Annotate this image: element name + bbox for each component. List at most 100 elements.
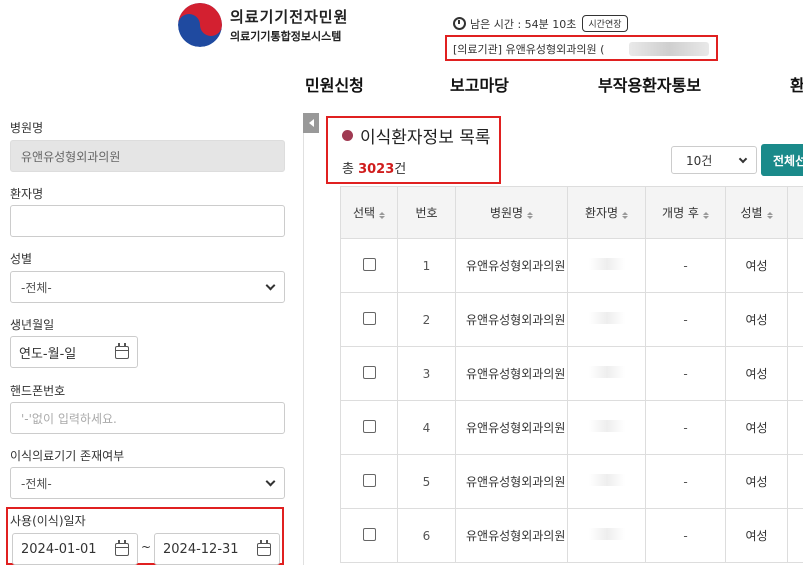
col-header-overflow [787, 186, 803, 239]
row-number: 3 [397, 346, 456, 401]
nav-item-more[interactable]: 환 [790, 72, 803, 96]
page-size-select[interactable]: 10건 [671, 146, 757, 174]
row-patient [567, 238, 646, 293]
row-checkbox[interactable] [362, 473, 376, 487]
hospital-name-label: 병원명 [10, 121, 44, 135]
row-overflow [787, 292, 803, 347]
date-range-separator: ~ [141, 540, 152, 554]
table-row[interactable]: 6 유앤유성형외과의원 - 여성 [340, 508, 803, 563]
row-hospital: 유앤유성형외과의원 [455, 454, 568, 509]
main-nav: 민원신청 보고마당 부작용환자통보 환 [0, 70, 803, 100]
row-renamed: - [645, 400, 726, 455]
row-checkbox[interactable] [362, 365, 376, 379]
sort-icon[interactable] [379, 212, 386, 219]
redacted-name [588, 474, 625, 486]
sort-icon[interactable] [622, 212, 629, 219]
clock-icon [453, 17, 466, 30]
phone-input[interactable]: '-'없이 입력하세요. [10, 402, 285, 434]
row-gender: 여성 [725, 454, 788, 509]
chevron-left-icon [308, 119, 314, 127]
chevron-down-icon [738, 154, 748, 163]
table-header-row: 선택 번호 병원명 환자명 개명 후 성별 [340, 186, 803, 239]
gender-select-value: -전체- [21, 280, 52, 295]
row-number: 6 [397, 508, 456, 563]
birth-date-placeholder: 연도-월-일 [19, 346, 77, 362]
table-row[interactable]: 5 유앤유성형외과의원 - 여성 [340, 454, 803, 509]
use-date-from-input[interactable]: 2024-01-01 [12, 533, 138, 565]
row-checkbox[interactable] [362, 311, 376, 325]
calendar-icon[interactable] [115, 342, 129, 359]
device-exists-select[interactable]: -전체- [10, 467, 285, 499]
row-gender: 여성 [725, 292, 788, 347]
patient-table: 선택 번호 병원명 환자명 개명 후 성별 1 유앤유성형외과의원 - 여성 2… [340, 186, 803, 563]
hospital-name-field[interactable]: 유앤유성형외과의원 [10, 140, 285, 172]
gender-select[interactable]: -전체- [10, 271, 285, 303]
site-title[interactable]: 의료기기전자민원 [230, 6, 348, 27]
sort-icon[interactable] [766, 212, 773, 219]
phone-label: 핸드폰번호 [10, 384, 66, 398]
nav-item-report[interactable]: 보고마당 [450, 72, 509, 96]
row-patient [567, 400, 646, 455]
col-header-renamed[interactable]: 개명 후 [645, 186, 726, 239]
row-patient [567, 508, 646, 563]
table-row[interactable]: 3 유앤유성형외과의원 - 여성 [340, 346, 803, 401]
row-hospital: 유앤유성형외과의원 [455, 238, 568, 293]
calendar-icon[interactable] [257, 539, 271, 556]
total-prefix: 총 [342, 162, 359, 177]
row-hospital: 유앤유성형외과의원 [455, 346, 568, 401]
row-gender: 여성 [725, 238, 788, 293]
birth-date-input[interactable]: 연도-월-일 [10, 336, 138, 368]
total-suffix: 건 [394, 162, 407, 177]
select-all-button[interactable]: 전체선 [761, 144, 803, 176]
chevron-down-icon [265, 280, 276, 290]
row-overflow [787, 454, 803, 509]
row-patient [567, 454, 646, 509]
row-overflow [787, 508, 803, 563]
org-name: [의료기관] 유앤유성형외과의원 ( [453, 43, 605, 56]
table-row[interactable]: 2 유앤유성형외과의원 - 여성 [340, 292, 803, 347]
table-row[interactable]: 1 유앤유성형외과의원 - 여성 [340, 238, 803, 293]
sort-icon[interactable] [527, 212, 534, 219]
row-patient [567, 346, 646, 401]
collapse-sidebar-button[interactable] [303, 113, 319, 133]
row-gender: 여성 [725, 400, 788, 455]
redacted-name [588, 420, 625, 432]
row-hospital: 유앤유성형외과의원 [455, 508, 568, 563]
row-checkbox[interactable] [362, 257, 376, 271]
taegeuk-logo-icon[interactable] [178, 3, 222, 47]
total-count-value: 3023 [358, 162, 395, 177]
patient-name-input[interactable] [10, 205, 285, 237]
device-exists-label: 이식의료기기 존재여부 [10, 449, 125, 463]
row-checkbox[interactable] [362, 419, 376, 433]
table-row[interactable]: 4 유앤유성형외과의원 - 여성 [340, 400, 803, 455]
row-renamed: - [645, 508, 726, 563]
row-number: 5 [397, 454, 456, 509]
row-gender: 여성 [725, 346, 788, 401]
col-header-patient[interactable]: 환자명 [567, 186, 646, 239]
row-number: 2 [397, 292, 456, 347]
device-exists-value: -전체- [21, 476, 52, 491]
site-subtitle: 의료기기통합정보시스템 [230, 30, 342, 43]
sort-icon[interactable] [702, 212, 709, 219]
gender-label: 성별 [10, 252, 33, 266]
nav-item-adverse-event[interactable]: 부작용환자통보 [598, 72, 701, 96]
timer-text: 남은 시간 : 54분 10초 [470, 17, 577, 31]
col-header-number[interactable]: 번호 [397, 186, 456, 239]
extend-time-button[interactable]: 시간연장 [582, 15, 628, 32]
nav-item-civil-request[interactable]: 민원신청 [305, 72, 364, 96]
calendar-icon[interactable] [115, 539, 129, 556]
patient-name-label: 환자명 [10, 187, 44, 201]
row-checkbox[interactable] [362, 527, 376, 541]
row-gender: 여성 [725, 508, 788, 563]
col-header-hospital[interactable]: 병원명 [455, 186, 568, 239]
row-renamed: - [645, 346, 726, 401]
redacted-name [588, 528, 625, 540]
row-hospital: 유앤유성형외과의원 [455, 292, 568, 347]
col-header-gender[interactable]: 성별 [725, 186, 788, 239]
total-count: 총 3023건 [342, 158, 406, 177]
col-header-select[interactable]: 선택 [340, 186, 398, 239]
bullet-icon [342, 130, 353, 141]
use-date-from-value: 2024-01-01 [21, 541, 97, 557]
list-title-highlight: 이식환자정보 목록 총 3023건 [326, 116, 501, 184]
use-date-to-input[interactable]: 2024-12-31 [154, 533, 280, 565]
